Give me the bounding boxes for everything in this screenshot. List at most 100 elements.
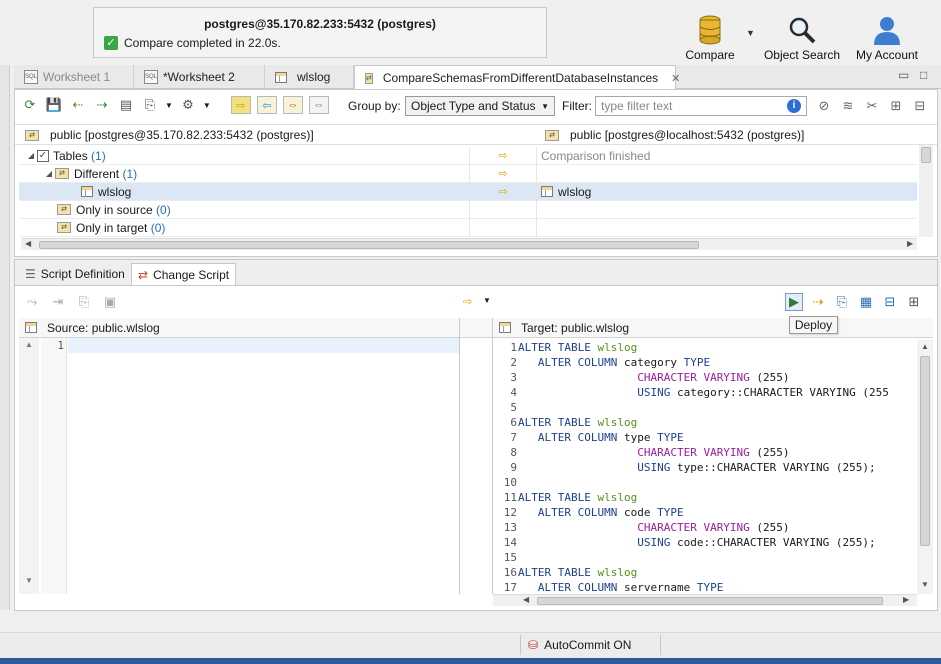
tree-row-different[interactable]: ◢ ⇄ Different (1) ⇨ xyxy=(19,164,917,183)
code-text: USING category::CHARACTER VARYING (255 xyxy=(637,386,889,399)
tree-row-only-in-target[interactable]: ⇄ Only in target (0) xyxy=(19,218,917,237)
copy-script-icon[interactable]: ⎘ xyxy=(75,293,93,311)
options-dropdown-icon[interactable]: ▼ xyxy=(203,101,211,110)
target-horizontal-scrollbar[interactable]: ◀ ▶ xyxy=(493,594,917,606)
tree-horizontal-scrollbar[interactable]: ◀ ▶ xyxy=(21,238,917,250)
line-number: 12 xyxy=(503,506,517,519)
info-icon[interactable]: i xyxy=(787,99,801,113)
close-icon[interactable]: ✕ xyxy=(671,72,680,85)
report-icon[interactable]: ▤ xyxy=(117,96,135,114)
table-view-icon[interactable]: ▦ xyxy=(857,293,875,311)
open-in-worksheet-icon[interactable]: ⇢ xyxy=(809,293,827,311)
split-view-icon[interactable]: ⊞ xyxy=(905,293,923,311)
scroll-right-icon[interactable]: ▶ xyxy=(903,595,909,604)
code-line: 11 ALTER TABLE wlslog xyxy=(493,490,915,505)
save-script-icon[interactable]: ▣ xyxy=(101,293,119,311)
tree-count: (0) xyxy=(150,220,166,235)
direction-dropdown-icon[interactable]: ▼ xyxy=(483,296,491,305)
tree-vertical-scrollbar[interactable] xyxy=(919,145,933,237)
show-source-only-icon[interactable]: ⇦ xyxy=(256,96,277,114)
scroll-up-icon[interactable]: ▲ xyxy=(25,340,33,349)
export-icon[interactable]: ⎘ xyxy=(141,96,159,114)
compare-dropdown-icon[interactable]: ▼ xyxy=(746,28,755,38)
scroll-left-icon[interactable]: ◀ xyxy=(523,595,529,604)
save-icon[interactable]: 💾 xyxy=(45,96,63,114)
scroll-down-icon[interactable]: ▼ xyxy=(25,576,33,585)
merge-right-icon[interactable]: ⇢ xyxy=(93,96,111,114)
tables-checkbox[interactable]: ✓ xyxy=(37,149,49,162)
tab-wlslog[interactable]: wlslog xyxy=(265,65,354,89)
tree-vscroll-thumb[interactable] xyxy=(921,147,931,163)
tab-compare-schemas[interactable]: ⇄ CompareSchemasFromDifferentDatabaseIns… xyxy=(354,65,680,90)
show-equal-icon[interactable]: ⇔ xyxy=(308,96,329,114)
code-text: ALTER TABLE wlslog xyxy=(518,416,638,429)
collapse-arrow-icon[interactable]: ◢ xyxy=(25,151,37,160)
target-editor[interactable]: 1 ALTER TABLE wlslog 2 ALTER COLUMN catego… xyxy=(493,340,915,594)
run-step-icon[interactable]: ⇥ xyxy=(49,293,67,311)
target-vertical-scrollbar[interactable]: ▲ ▼ xyxy=(917,340,933,594)
autocommit-status[interactable]: ⛁ AutoCommit ON xyxy=(528,638,631,652)
filter-input[interactable]: type filter text i xyxy=(595,96,807,116)
tree-scroll-thumb[interactable] xyxy=(39,241,699,249)
target-vscroll-thumb[interactable] xyxy=(920,356,930,546)
object-search-label: Object Search xyxy=(763,48,841,62)
group-by-select[interactable]: Object Type and Status ▼ xyxy=(405,96,555,116)
user-icon xyxy=(870,14,904,46)
scroll-right-icon[interactable]: ▶ xyxy=(907,239,913,248)
tree-target xyxy=(537,165,917,183)
scroll-left-icon[interactable]: ◀ xyxy=(25,239,31,248)
clear-filter-icon[interactable]: ⊘ xyxy=(815,97,833,115)
run-script-icon[interactable]: ⤳ xyxy=(23,293,41,311)
tree-count: (0) xyxy=(156,202,171,217)
schema-icon: ⇄ xyxy=(25,129,39,141)
export-dropdown-icon[interactable]: ▼ xyxy=(165,101,173,110)
status-arrow-icon: ⇨ xyxy=(469,146,537,165)
collapse-all-icon[interactable]: ⊟ xyxy=(911,97,929,115)
tab-worksheet-2[interactable]: SQL *Worksheet 2 xyxy=(134,65,265,89)
tab-script-definition[interactable]: ☰ Script Definition xyxy=(19,263,131,285)
maximize-icon[interactable]: □ xyxy=(920,68,927,82)
filter-toolbar: ⊘ ≋ ✂ ⊞ ⊟ xyxy=(815,97,929,115)
tree-row-wlslog[interactable]: wlslog ⇨ wlslog xyxy=(19,182,917,201)
source-gutter: 1 xyxy=(41,338,67,594)
code-text: CHARACTER VARYING (255) xyxy=(637,371,790,384)
tab-change-script[interactable]: ⇄ Change Script xyxy=(131,263,237,285)
layout-icon[interactable]: ⊟ xyxy=(881,293,899,311)
compare-schema-icon: ⇄ xyxy=(365,72,373,84)
scroll-down-icon[interactable]: ▼ xyxy=(921,580,929,589)
database-icon xyxy=(693,14,727,46)
tree-target xyxy=(537,201,917,219)
object-search-button[interactable]: Object Search xyxy=(762,6,842,62)
autocommit-label: AutoCommit ON xyxy=(544,638,632,652)
target-editor-header: Target: public.wlslog xyxy=(493,318,933,338)
scroll-up-icon[interactable]: ▲ xyxy=(921,342,929,351)
refresh-compare-icon[interactable]: ⟳ xyxy=(21,96,39,114)
target-header: ⇄ public [postgres@localhost:5432 (postg… xyxy=(545,128,804,142)
compare-panel: ⟳ 💾 ⇠ ⇢ ▤ ⎘ ▼ ⚙ ▼ ⇨ ⇦ ⇔ ⇔ Group by: Obje… xyxy=(14,89,938,257)
hide-filter-icon[interactable]: ≋ xyxy=(839,97,857,115)
tree-row-tables[interactable]: ◢ ✓ Tables (1) ⇨ Comparison finished xyxy=(19,146,917,165)
copy-icon[interactable]: ⎘ xyxy=(833,293,851,311)
minimize-icon[interactable]: ▭ xyxy=(898,68,909,82)
options-icon[interactable]: ⚙ xyxy=(179,96,197,114)
compare-button[interactable]: Compare xyxy=(680,6,740,62)
show-different-icon[interactable]: ⇔ xyxy=(282,96,303,114)
show-all-icon[interactable]: ⇨ xyxy=(230,96,251,114)
tab-worksheet-1[interactable]: SQL Worksheet 1 xyxy=(14,65,134,89)
line-number: 10 xyxy=(503,476,517,489)
source-editor[interactable]: ▲ ▼ 1 xyxy=(19,338,459,594)
editor-divider[interactable] xyxy=(459,318,493,594)
merge-left-icon[interactable]: ⇠ xyxy=(69,96,87,114)
source-vertical-scrollbar[interactable]: ▲ ▼ xyxy=(19,338,39,594)
tab-label: Script Definition xyxy=(40,267,125,281)
tree-row-only-in-source[interactable]: ⇄ Only in source (0) xyxy=(19,200,917,219)
deploy-icon[interactable]: ▶ xyxy=(785,293,803,311)
collapse-arrow-icon[interactable]: ◢ xyxy=(43,169,55,178)
my-account-button[interactable]: My Account xyxy=(849,6,925,62)
target-header-text: public [postgres@localhost:5432 (postgre… xyxy=(570,128,805,142)
expand-all-icon[interactable]: ⊞ xyxy=(887,97,905,115)
direction-arrow-icon[interactable]: ⇨ xyxy=(463,295,472,308)
tools-icon[interactable]: ✂ xyxy=(863,97,881,115)
target-hscroll-thumb[interactable] xyxy=(537,597,883,605)
line-number: 9 xyxy=(510,461,517,474)
